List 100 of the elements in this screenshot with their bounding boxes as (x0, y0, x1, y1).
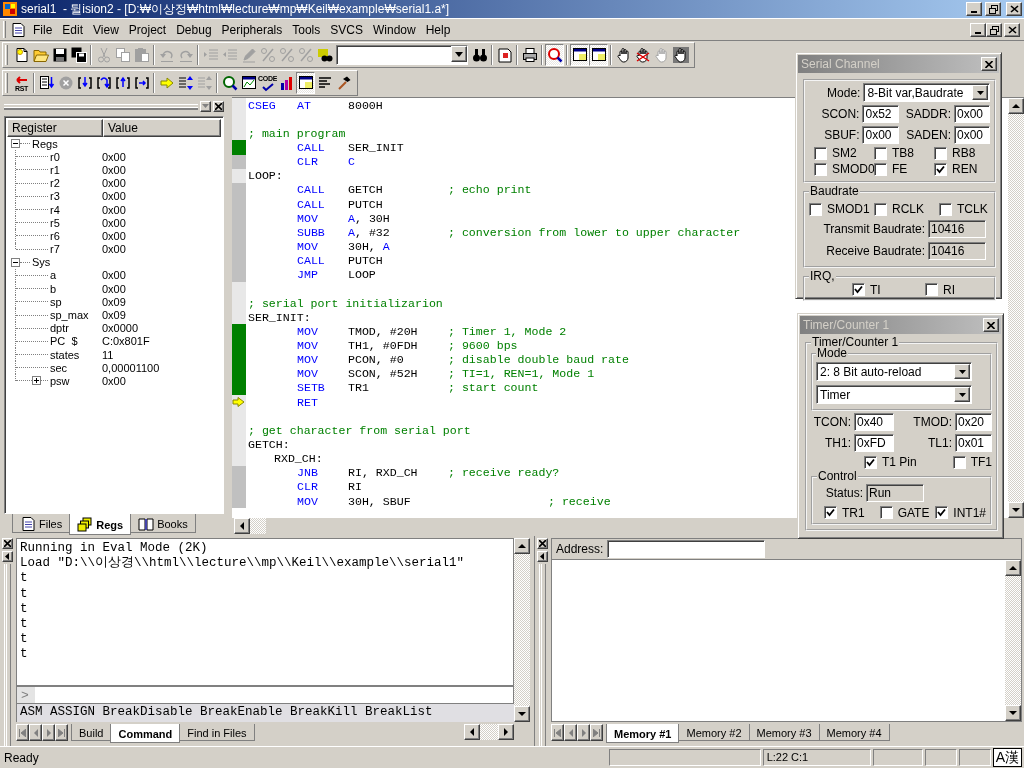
tab[interactable]: Files (12, 514, 71, 533)
close-button[interactable] (981, 57, 997, 71)
collapse-icon[interactable] (11, 139, 20, 149)
input-field[interactable]: Run (866, 484, 924, 502)
input-field[interactable]: 0x00 (954, 125, 990, 144)
tree-item[interactable]: r6 (48, 229, 62, 242)
horizontal-scrollbar[interactable] (464, 724, 514, 740)
tree-item[interactable]: r1 (48, 163, 62, 176)
scroll-right-button[interactable] (498, 724, 514, 740)
vertical-scrollbar[interactable] (1008, 98, 1024, 518)
tree-item[interactable]: a (48, 269, 59, 282)
tree-item[interactable]: r5 (48, 216, 62, 229)
tree-item[interactable]: r2 (48, 177, 62, 190)
tab[interactable]: Memory #4 (818, 724, 890, 741)
menu-item[interactable]: Help (420, 21, 456, 38)
last-tab-button[interactable] (590, 724, 603, 741)
tab[interactable]: Command (110, 724, 181, 743)
tree-item[interactable]: PC $ (48, 335, 80, 348)
caret-icon[interactable] (455, 51, 463, 57)
menu-item[interactable]: View (88, 21, 124, 38)
scroll-up-button[interactable] (514, 538, 530, 554)
vertical-scrollbar[interactable] (514, 538, 530, 722)
down-arrow-icon[interactable] (1009, 711, 1017, 715)
right-arrow-icon[interactable] (504, 728, 508, 736)
checkbox[interactable] (935, 506, 949, 519)
collapse-icon[interactable] (11, 257, 20, 267)
menu-item[interactable]: Debug (171, 21, 217, 38)
scroll-up-button[interactable] (1008, 98, 1024, 114)
first-tab-button[interactable] (16, 724, 29, 741)
input-field[interactable]: 0x01 (955, 433, 992, 452)
up-arrow-icon[interactable] (518, 544, 526, 548)
search-combo[interactable] (336, 45, 468, 65)
close-button[interactable] (983, 318, 999, 332)
panel-gripper[interactable] (539, 564, 545, 746)
tab[interactable]: Regs (69, 514, 132, 535)
tree-item[interactable]: sp (48, 295, 64, 308)
checkbox[interactable] (874, 202, 887, 216)
tree-item[interactable]: Sys (30, 256, 53, 269)
caret-icon[interactable] (958, 369, 966, 374)
checkbox[interactable] (864, 455, 877, 469)
checkbox[interactable] (939, 202, 952, 216)
input-field[interactable]: 0x00 (862, 125, 900, 144)
menu-item[interactable]: SVCS (325, 21, 368, 38)
menu-item[interactable]: Tools (287, 21, 326, 38)
menu-item[interactable]: Edit (57, 21, 89, 38)
checkbox[interactable] (824, 506, 837, 519)
down-arrow-icon[interactable] (1012, 508, 1020, 512)
checkbox[interactable] (814, 162, 827, 176)
dropdown[interactable]: Timer (816, 385, 972, 404)
caret-icon[interactable] (540, 553, 544, 560)
checkbox[interactable] (925, 283, 938, 296)
next-tab-button[interactable] (42, 724, 55, 741)
horizontal-scrollbar[interactable] (234, 518, 266, 534)
previous-tab-button[interactable] (29, 724, 42, 741)
checkbox[interactable] (874, 146, 887, 160)
scroll-up-button[interactable] (1005, 560, 1021, 576)
checkbox[interactable] (809, 202, 822, 216)
menu-item[interactable]: Peripherals (216, 21, 288, 38)
collapse-button[interactable] (1, 551, 13, 562)
tree-item[interactable]: r4 (48, 203, 62, 216)
collapse-button[interactable] (536, 551, 548, 562)
next-tab-button[interactable] (577, 724, 590, 741)
menu-item[interactable]: File (28, 21, 58, 38)
tree-item[interactable]: b (48, 282, 59, 295)
down-arrow-icon[interactable] (518, 712, 526, 716)
checkbox[interactable] (874, 162, 887, 176)
close-icon[interactable] (987, 321, 995, 329)
input-field[interactable]: 0xFD (854, 433, 894, 452)
input-field[interactable]: 0x00 (954, 104, 990, 123)
input-field[interactable]: 10416 (928, 220, 986, 238)
checkbox[interactable] (852, 283, 865, 296)
tab[interactable]: Find in Files (179, 724, 255, 741)
caret-icon[interactable] (976, 90, 984, 95)
tree-item[interactable]: sp_max (48, 309, 91, 322)
input-field[interactable]: 0x20 (955, 412, 992, 431)
panel-gripper[interactable] (4, 564, 10, 746)
tree-item[interactable]: dptr (48, 322, 71, 335)
checkbox[interactable] (879, 506, 893, 519)
tab[interactable]: Books (130, 514, 196, 533)
scroll-down-button[interactable] (514, 706, 530, 722)
dropdown[interactable]: 8-Bit var,Baudrate (863, 83, 990, 102)
vertical-scrollbar[interactable] (1005, 560, 1021, 721)
scroll-left-button[interactable] (234, 518, 250, 534)
left-arrow-icon[interactable] (240, 522, 244, 530)
expand-icon[interactable] (32, 376, 41, 386)
column-header[interactable]: Value (103, 119, 221, 137)
dropdown-button[interactable] (200, 100, 211, 112)
first-tab-button[interactable] (551, 724, 564, 741)
previous-tab-button[interactable] (564, 724, 577, 741)
tree-item[interactable]: Regs (30, 137, 60, 150)
tree-item[interactable]: r7 (48, 243, 62, 256)
up-arrow-icon[interactable] (1012, 104, 1020, 108)
tree-item[interactable]: psw (48, 374, 72, 387)
column-header[interactable]: Register (7, 119, 103, 137)
dropdown-button[interactable] (451, 46, 467, 62)
scroll-down-button[interactable] (1008, 502, 1024, 518)
caret-icon[interactable] (5, 553, 9, 560)
dropdown[interactable]: 2: 8 Bit auto-reload (816, 362, 972, 381)
scroll-down-button[interactable] (1005, 705, 1021, 721)
checkbox[interactable] (934, 162, 947, 176)
